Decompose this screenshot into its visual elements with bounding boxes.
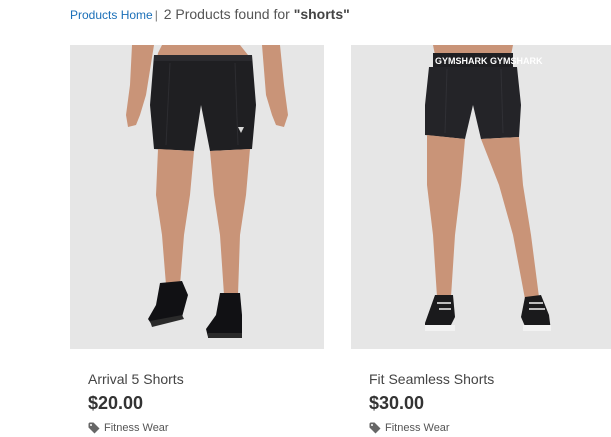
product-image[interactable] bbox=[70, 45, 324, 349]
search-results-page: Products Home | 2 Products found for "sho… bbox=[0, 0, 611, 437]
result-count-text: 2 Products found for bbox=[163, 6, 290, 22]
product-image[interactable]: GYMSHARK GYMSHARK bbox=[351, 45, 611, 349]
breadcrumb-separator: | bbox=[154, 8, 158, 22]
product-card-fit-seamless-shorts[interactable]: GYMSHARK GYMSHARK Fit Seamless Shorts $3… bbox=[351, 45, 611, 434]
tag-icon bbox=[88, 422, 100, 434]
womens-shorts-photo-icon: GYMSHARK GYMSHARK bbox=[351, 45, 611, 349]
product-name[interactable]: Fit Seamless Shorts bbox=[369, 370, 595, 388]
tag-icon bbox=[369, 422, 381, 434]
product-name[interactable]: Arrival 5 Shorts bbox=[88, 370, 306, 388]
product-price: $20.00 bbox=[88, 393, 144, 413]
product-category-label[interactable]: Fitness Wear bbox=[385, 422, 450, 434]
product-category-link[interactable]: Fitness Wear bbox=[88, 422, 306, 434]
product-info: Arrival 5 Shorts $20.00 Fitness Wear bbox=[70, 370, 324, 434]
product-category-link[interactable]: Fitness Wear bbox=[369, 422, 595, 434]
product-category-label[interactable]: Fitness Wear bbox=[104, 422, 169, 434]
mens-shorts-photo-icon bbox=[70, 45, 324, 349]
svg-text:GYMSHARK GYMSHARK: GYMSHARK GYMSHARK bbox=[435, 56, 543, 66]
products-home-link[interactable]: Products Home bbox=[70, 8, 153, 22]
product-card-arrival-5-shorts[interactable]: Arrival 5 Shorts $20.00 Fitness Wear bbox=[70, 45, 324, 434]
search-query: "shorts" bbox=[293, 6, 350, 22]
product-price: $30.00 bbox=[369, 393, 425, 413]
breadcrumb: Products Home | 2 Products found for "sho… bbox=[70, 6, 350, 22]
product-info: Fit Seamless Shorts $30.00 Fitness Wear bbox=[351, 370, 611, 434]
